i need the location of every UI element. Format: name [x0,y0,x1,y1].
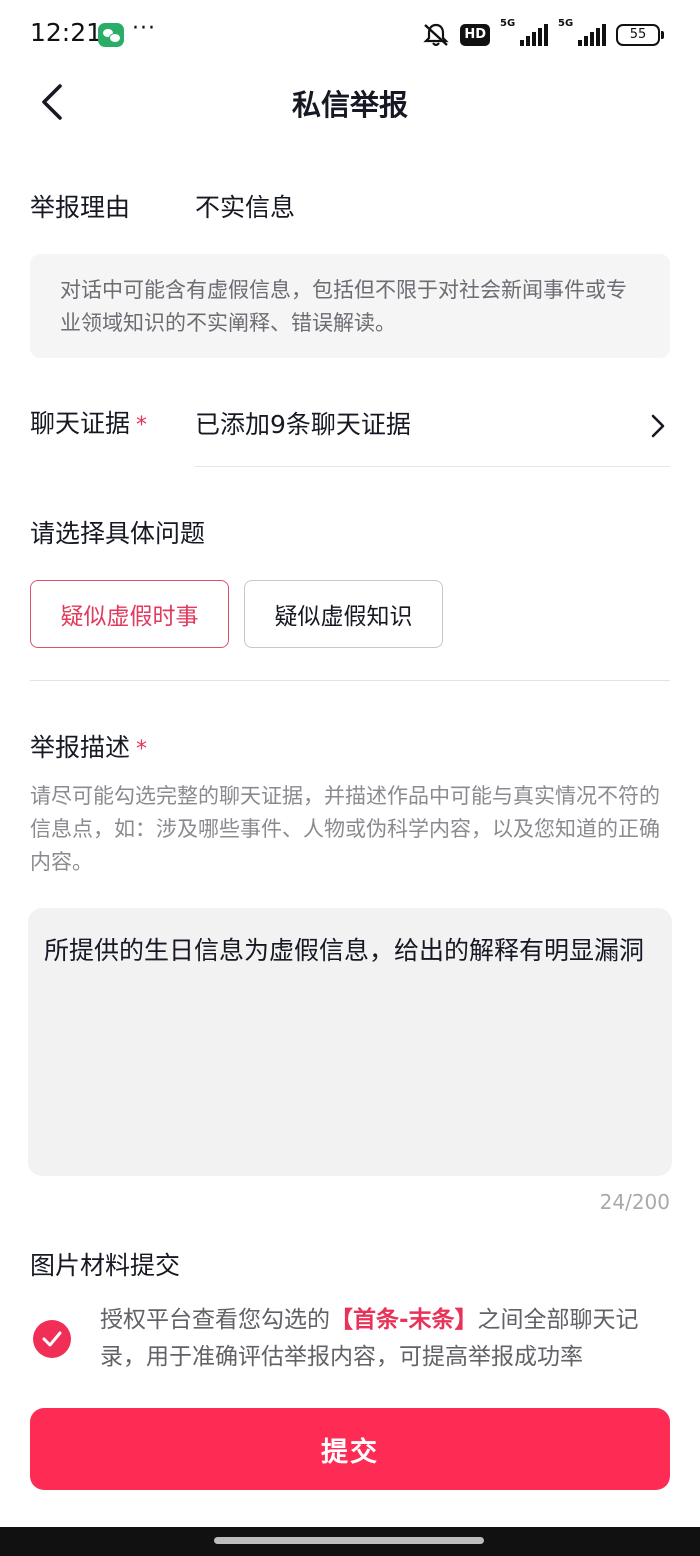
char-counter: 24/200 [599,1190,670,1214]
description-label-text: 举报描述 [30,733,131,762]
mute-icon [422,22,450,48]
more-notifications-icon: ··· [132,16,156,41]
signal-icon-1: 5G [500,18,548,46]
reason-label: 举报理由 [30,193,131,222]
description-input[interactable]: 所提供的生日信息为虚假信息，给出的解释有明显漏洞 [28,908,672,1176]
required-mark: * [136,412,148,438]
auth-text-before: 授权平台查看您勾选的 [100,1307,330,1333]
status-time: 12:21 [30,18,103,47]
battery-icon: 55 [616,24,664,46]
issue-label: 请选择具体问题 [30,519,206,548]
submit-button[interactable]: 提交 [30,1408,670,1490]
authorization-text: 授权平台查看您勾选的【首条-末条】之间全部聊天记录，用于准确评估举报内容，可提高… [100,1302,675,1376]
authorization-checkbox[interactable] [33,1320,71,1358]
checkmark-icon [42,1331,62,1347]
home-indicator[interactable] [214,1537,484,1544]
description-label: 举报描述 * [30,728,147,764]
evidence-selector[interactable]: 已添加9条聊天证据 [195,395,670,467]
required-mark: * [136,736,148,762]
reason-description: 对话中可能含有虚假信息，包括但不限于对社会新闻事件或专业领域知识的不实阐释、错误… [30,254,670,358]
evidence-value: 已添加9条聊天证据 [195,410,411,439]
status-right-group: HD 5G 5G 55 [422,18,664,48]
auth-highlight: 【首条-末条】 [330,1307,478,1333]
divider [30,680,670,681]
evidence-label-text: 聊天证据 [30,409,131,438]
evidence-label: 聊天证据 * [30,404,147,440]
page-title: 私信举报 [291,88,408,122]
option-fake-knowledge[interactable]: 疑似虚假知识 [244,580,443,648]
hd-badge: HD [460,24,490,46]
signal-icon-2: 5G [558,18,606,46]
status-bar: 12:21 ··· HD 5G 5G 55 [0,0,700,70]
wechat-icon [98,23,124,47]
image-upload-label: 图片材料提交 [30,1251,181,1280]
chevron-right-icon [651,414,665,438]
option-fake-news[interactable]: 疑似虚假时事 [30,580,229,648]
description-hint: 请尽可能勾选完整的聊天证据，并描述作品中可能与真实情况不符的信息点，如：涉及哪些… [30,784,660,874]
reason-value: 不实信息 [195,193,296,222]
